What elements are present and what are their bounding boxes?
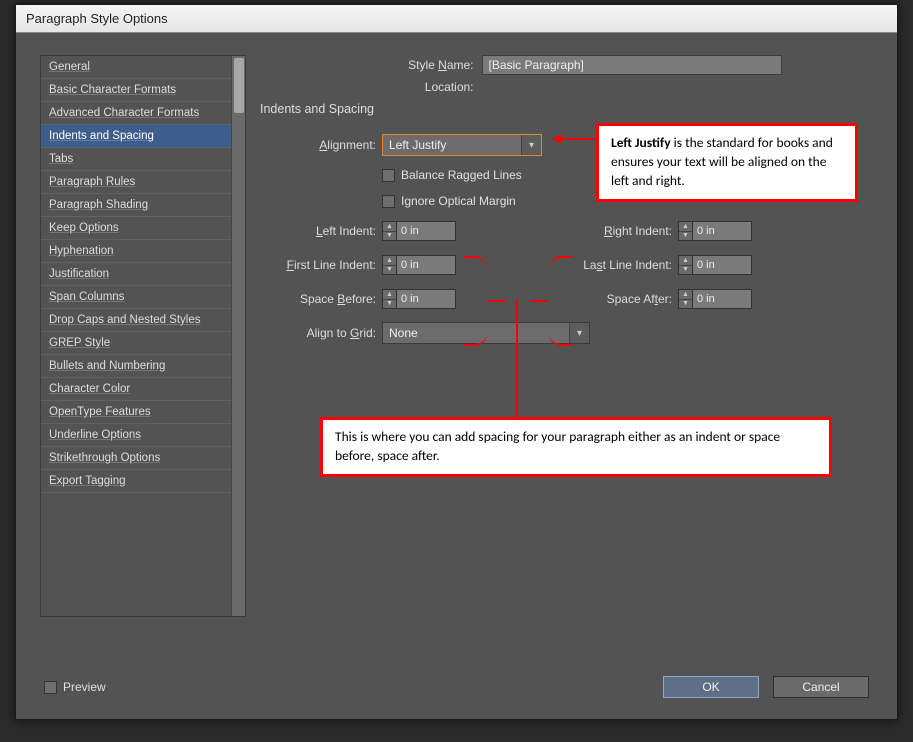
balance-ragged-label: Balance Ragged Lines (401, 168, 522, 182)
space-after-label: Space After: (566, 292, 678, 306)
first-line-indent-stepper[interactable]: ▲▼ (382, 255, 456, 275)
right-indent-stepper[interactable]: ▲▼ (678, 221, 752, 241)
location-label: Location: (352, 80, 482, 94)
ignore-optical-label: Ignore Optical Margin (401, 194, 516, 208)
last-line-indent-label: Last Line Indent: (566, 258, 678, 272)
sidebar-item-opentype-features[interactable]: OpenType Features (41, 401, 245, 424)
alignment-label: Alignment: (260, 138, 382, 152)
sidebar-item-span-columns[interactable]: Span Columns (41, 286, 245, 309)
scrollbar[interactable] (231, 56, 245, 616)
arrow-icon (552, 134, 562, 144)
sidebar-item-strikethrough-options[interactable]: Strikethrough Options (41, 447, 245, 470)
space-before-stepper[interactable]: ▲▼ (382, 289, 456, 309)
sidebar-item-bullets-numbering[interactable]: Bullets and Numbering (41, 355, 245, 378)
scrollbar-thumb[interactable] (234, 58, 244, 113)
right-indent-label: Right Indent: (566, 224, 678, 238)
align-to-grid-label: Align to Grid: (260, 326, 382, 340)
sidebar-item-tabs[interactable]: Tabs (41, 148, 245, 171)
sidebar-item-keep-options[interactable]: Keep Options (41, 217, 245, 240)
balance-ragged-checkbox[interactable] (382, 169, 395, 182)
left-indent-stepper[interactable]: ▲▼ (382, 221, 456, 241)
stepper-arrows-icon[interactable]: ▲▼ (678, 221, 692, 241)
footer: Preview OK Cancel (16, 665, 897, 719)
last-line-indent-input[interactable] (692, 255, 752, 275)
annotation-line (488, 300, 506, 302)
dialog: Paragraph Style Options General Basic Ch… (15, 4, 898, 720)
annotation-bracket (464, 256, 488, 346)
sidebar: General Basic Character Formats Advanced… (40, 55, 246, 650)
stepper-arrows-icon[interactable]: ▲▼ (678, 289, 692, 309)
last-line-indent-stepper[interactable]: ▲▼ (678, 255, 752, 275)
stepper-arrows-icon[interactable]: ▲▼ (678, 255, 692, 275)
titlebar[interactable]: Paragraph Style Options (16, 5, 897, 33)
space-after-stepper[interactable]: ▲▼ (678, 289, 752, 309)
sidebar-item-basic-character-formats[interactable]: Basic Character Formats (41, 79, 245, 102)
space-after-input[interactable] (692, 289, 752, 309)
cancel-button[interactable]: Cancel (773, 676, 869, 698)
sidebar-item-paragraph-shading[interactable]: Paragraph Shading (41, 194, 245, 217)
main-panel: Style Name: Location: Indents and Spacin… (260, 55, 873, 650)
sidebar-list[interactable]: General Basic Character Formats Advanced… (40, 55, 246, 617)
annotation-bracket (548, 256, 572, 346)
space-before-label: Space Before: (260, 292, 382, 306)
sidebar-item-indents-and-spacing[interactable]: Indents and Spacing (41, 125, 245, 148)
sidebar-item-export-tagging[interactable]: Export Tagging (41, 470, 245, 493)
section-title: Indents and Spacing (260, 102, 873, 116)
sidebar-item-character-color[interactable]: Character Color (41, 378, 245, 401)
sidebar-item-justification[interactable]: Justification (41, 263, 245, 286)
space-before-input[interactable] (396, 289, 456, 309)
sidebar-item-advanced-character-formats[interactable]: Advanced Character Formats (41, 102, 245, 125)
dialog-body: General Basic Character Formats Advanced… (16, 33, 897, 665)
left-indent-input[interactable] (396, 221, 456, 241)
annotation-line (530, 300, 548, 302)
style-name-input[interactable] (482, 55, 782, 75)
left-indent-label: Left Indent: (260, 224, 382, 238)
ok-button[interactable]: OK (663, 676, 759, 698)
right-indent-input[interactable] (692, 221, 752, 241)
stepper-arrows-icon[interactable]: ▲▼ (382, 221, 396, 241)
dialog-title: Paragraph Style Options (26, 11, 168, 26)
sidebar-item-drop-caps[interactable]: Drop Caps and Nested Styles (41, 309, 245, 332)
first-line-indent-label: First Line Indent: (260, 258, 382, 272)
ignore-optical-checkbox[interactable] (382, 195, 395, 208)
annotation-line (562, 138, 596, 140)
sidebar-item-underline-options[interactable]: Underline Options (41, 424, 245, 447)
sidebar-item-grep-style[interactable]: GREP Style (41, 332, 245, 355)
first-line-indent-input[interactable] (396, 255, 456, 275)
sidebar-item-paragraph-rules[interactable]: Paragraph Rules (41, 171, 245, 194)
style-name-label: Style Name: (352, 58, 482, 72)
alignment-dropdown[interactable]: Left Justify (382, 134, 542, 156)
preview-label: Preview (63, 680, 106, 694)
sidebar-item-general[interactable]: General (41, 56, 245, 79)
sidebar-item-hyphenation[interactable]: Hyphenation (41, 240, 245, 263)
stepper-arrows-icon[interactable]: ▲▼ (382, 289, 396, 309)
callout-spacing: This is where you can add spacing for yo… (320, 417, 832, 477)
preview-checkbox[interactable] (44, 681, 57, 694)
chevron-down-icon[interactable] (569, 323, 589, 343)
stepper-arrows-icon[interactable]: ▲▼ (382, 255, 396, 275)
callout-left-justify: Left Justify is the standard for books a… (596, 123, 858, 202)
chevron-down-icon[interactable] (521, 135, 541, 155)
